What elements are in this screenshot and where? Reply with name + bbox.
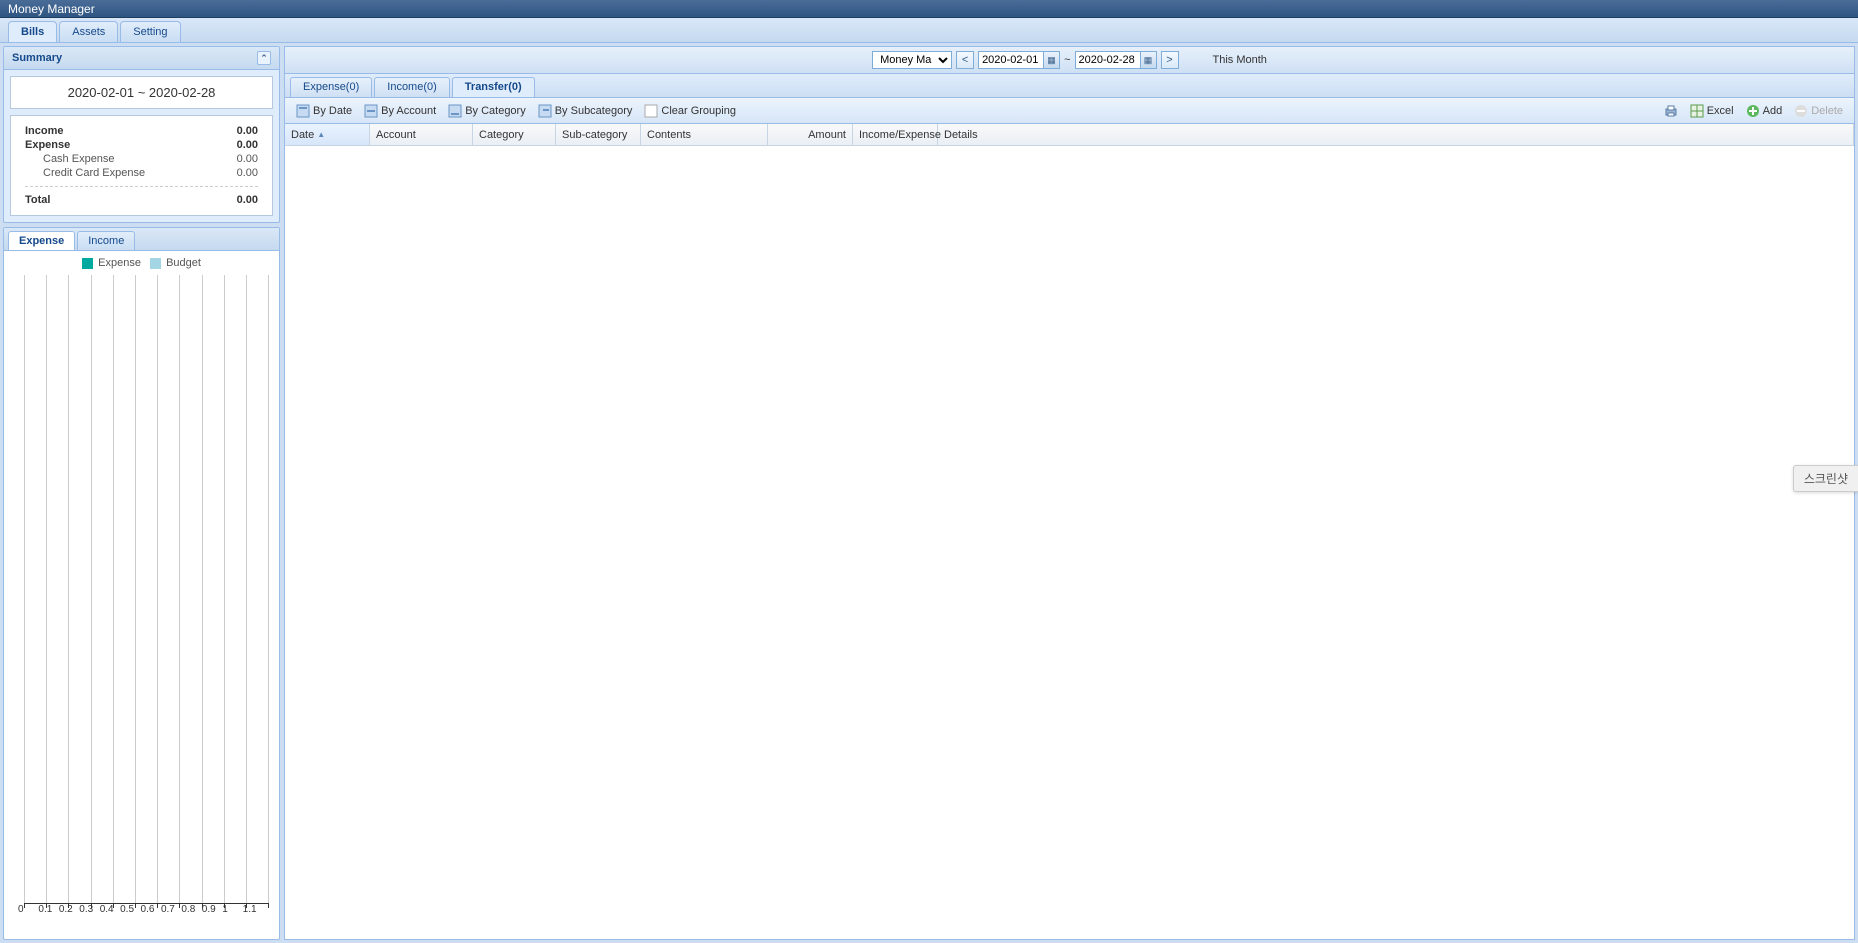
tilde: ~: [1064, 54, 1070, 66]
expense-value: 0.00: [237, 139, 258, 151]
sub-tabbar: Expense(0) Income(0) Transfer(0): [285, 74, 1854, 98]
total-value: 0.00: [237, 194, 258, 206]
expense-swatch: [82, 258, 93, 269]
x-axis-labels: 0 0.1 0.2 0.3 0.4 0.5 0.6 0.7 0.8 0.9 1 …: [24, 904, 269, 915]
col-amount[interactable]: Amount: [768, 124, 853, 145]
summary-values: Income 0.00 Expense 0.00 Cash Expense 0.…: [10, 115, 273, 216]
main-area: Money Manager < ▦ ~ ▦ > This Month Expen…: [284, 46, 1855, 940]
income-value: 0.00: [237, 125, 258, 137]
summary-panel: Summary ⌃ 2020-02-01 ~ 2020-02-28 Income…: [3, 46, 280, 223]
credit-expense-value: 0.00: [237, 167, 258, 179]
subtab-income[interactable]: Income(0): [374, 77, 450, 97]
sidebar: Summary ⌃ 2020-02-01 ~ 2020-02-28 Income…: [3, 46, 280, 940]
subtab-expense[interactable]: Expense(0): [290, 77, 372, 97]
col-contents[interactable]: Contents: [641, 124, 768, 145]
chart-grid: [24, 275, 269, 904]
subtab-transfer[interactable]: Transfer(0): [452, 77, 535, 97]
col-details[interactable]: Details: [938, 124, 1854, 145]
chart-legend: Expense Budget: [4, 251, 279, 275]
tab-setting[interactable]: Setting: [120, 21, 180, 42]
grid-header: Date ▲ Account Category Sub-category Con…: [285, 124, 1854, 146]
budget-swatch: [150, 258, 161, 269]
next-button[interactable]: >: [1161, 51, 1179, 69]
title-bar: Money Manager: [0, 0, 1858, 18]
total-label: Total: [25, 194, 50, 206]
by-account-button[interactable]: By Account: [359, 102, 441, 120]
add-button[interactable]: Add: [1741, 102, 1788, 120]
date-toolbar: Money Manager < ▦ ~ ▦ > This Month: [285, 47, 1854, 74]
col-income-expense[interactable]: Income/Expense: [853, 124, 938, 145]
chart-tabbar: Expense Income: [4, 228, 279, 251]
by-category-button[interactable]: By Category: [443, 102, 531, 120]
chart-tab-income[interactable]: Income: [77, 231, 135, 250]
action-toolbar: By Date By Account By Category By Subcat…: [285, 98, 1854, 124]
cash-expense-label: Cash Expense: [43, 153, 115, 165]
print-icon: [1664, 104, 1678, 118]
col-subcategory[interactable]: Sub-category: [556, 124, 641, 145]
clear-grouping-button[interactable]: Clear Grouping: [639, 102, 741, 120]
expense-label: Expense: [25, 139, 70, 151]
legend-expense: Expense: [98, 257, 141, 269]
this-month-label[interactable]: This Month: [1213, 54, 1267, 66]
chart-area: 0 0.1 0.2 0.3 0.4 0.5 0.6 0.7 0.8 0.9 1 …: [4, 275, 279, 939]
delete-icon: [1794, 104, 1808, 118]
app-title: Money Manager: [8, 2, 95, 16]
summary-date-range: 2020-02-01 ~ 2020-02-28: [10, 76, 273, 109]
summary-header: Summary ⌃: [4, 47, 279, 70]
summary-title: Summary: [12, 52, 62, 64]
col-account[interactable]: Account: [370, 124, 473, 145]
credit-expense-label: Credit Card Expense: [43, 167, 145, 179]
by-date-button[interactable]: By Date: [291, 102, 357, 120]
legend-budget: Budget: [166, 257, 201, 269]
col-date[interactable]: Date ▲: [285, 124, 370, 145]
group-icon: [364, 104, 378, 118]
tab-bills[interactable]: Bills: [8, 21, 57, 42]
main-tabbar: Bills Assets Setting: [0, 18, 1858, 43]
group-icon: [296, 104, 310, 118]
excel-icon: [1690, 104, 1704, 118]
chart-panel: Expense Income Expense Budget: [3, 227, 280, 940]
prev-button[interactable]: <: [956, 51, 974, 69]
calendar-icon[interactable]: ▦: [1140, 52, 1156, 68]
add-icon: [1746, 104, 1760, 118]
col-category[interactable]: Category: [473, 124, 556, 145]
excel-button[interactable]: Excel: [1685, 102, 1739, 120]
group-icon: [538, 104, 552, 118]
print-button[interactable]: [1659, 102, 1683, 120]
clear-icon: [644, 104, 658, 118]
by-subcategory-button[interactable]: By Subcategory: [533, 102, 638, 120]
cash-expense-value: 0.00: [237, 153, 258, 165]
screenshot-overlay[interactable]: 스크린샷: [1793, 465, 1858, 492]
grid-body: [285, 146, 1854, 939]
tab-assets[interactable]: Assets: [59, 21, 118, 42]
collapse-icon[interactable]: ⌃: [257, 51, 271, 65]
income-label: Income: [25, 125, 64, 137]
chart-tab-expense[interactable]: Expense: [8, 231, 75, 250]
group-icon: [448, 104, 462, 118]
account-select[interactable]: Money Manager: [872, 51, 952, 69]
delete-button: Delete: [1789, 102, 1848, 120]
calendar-icon[interactable]: ▦: [1043, 52, 1059, 68]
sort-asc-icon: ▲: [317, 130, 325, 139]
